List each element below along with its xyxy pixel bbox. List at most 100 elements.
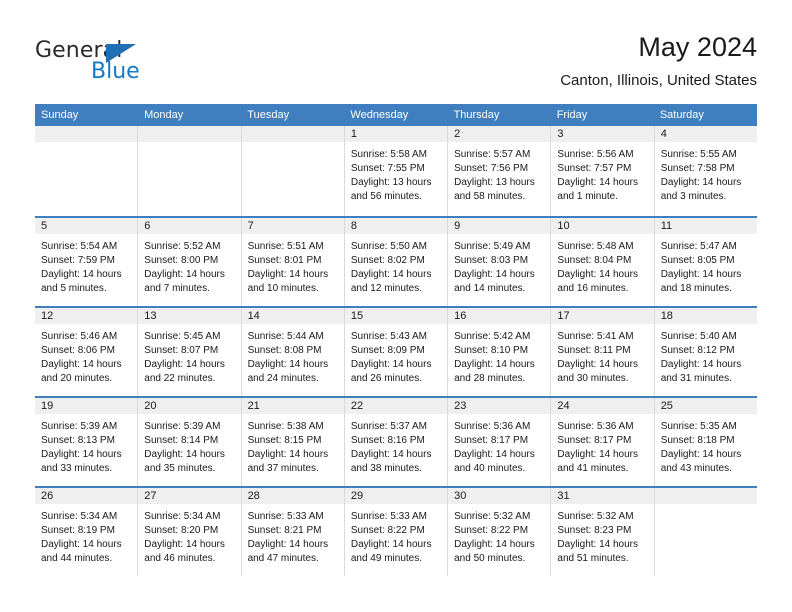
weekday-header-sunday: Sunday	[41, 109, 79, 121]
calendar-day-cell[interactable]: 16 Sunrise: 5:42 AM Sunset: 8:10 PM Dayligh…	[448, 308, 552, 396]
daylight-text-line1: Daylight: 14 hours	[557, 449, 639, 460]
daylight-text-line2: and 20 minutes.	[41, 373, 113, 384]
calendar-day-cell[interactable]: 3 Sunrise: 5:56 AM Sunset: 7:57 PM Daylight…	[551, 126, 655, 216]
day-number: 4	[660, 128, 667, 140]
day-sun-info: Sunrise: 5:46 AM Sunset: 8:06 PM Daylight:…	[35, 325, 137, 386]
day-sun-info: Sunrise: 5:33 AM Sunset: 8:21 PM Daylight:…	[242, 505, 344, 566]
logo-text-blue: Blue	[91, 59, 140, 84]
day-sun-info: Sunrise: 5:55 AM Sunset: 7:58 PM Daylight:…	[655, 143, 757, 204]
daylight-text-line2: and 3 minutes.	[660, 191, 727, 202]
sunrise-text: Sunrise: 5:39 AM	[41, 421, 118, 432]
day-number-bar: 17	[551, 308, 654, 325]
sunrise-text: Sunrise: 5:51 AM	[247, 241, 324, 252]
calendar-day-cell[interactable]: 6 Sunrise: 5:52 AM Sunset: 8:00 PM Daylight…	[138, 218, 242, 306]
daylight-text-line2: and 41 minutes.	[557, 463, 629, 474]
daylight-text-line2: and 51 minutes.	[557, 553, 629, 564]
daylight-text-line2: and 12 minutes.	[350, 283, 423, 294]
day-number: 31	[557, 490, 570, 502]
daylight-text-line2: and 46 minutes.	[144, 553, 216, 564]
calendar-day-cell[interactable]: 9 Sunrise: 5:49 AM Sunset: 8:03 PM Daylight…	[448, 218, 552, 306]
calendar-day-cell[interactable]: 13 Sunrise: 5:45 AM Sunset: 8:07 PM Dayligh…	[138, 308, 242, 396]
daylight-text-line1: Daylight: 14 hours	[350, 269, 432, 280]
daylight-text-line1: Daylight: 14 hours	[557, 359, 639, 370]
calendar-grid: Sunday Monday Tuesday Wednesday Thursday Frid…	[35, 104, 757, 576]
calendar-day-cell[interactable]: 2 Sunrise: 5:57 AM Sunset: 7:56 PM Daylight…	[448, 126, 552, 216]
calendar-day-cell[interactable]: 8 Sunrise: 5:50 AM Sunset: 8:02 PM Daylight…	[344, 218, 449, 306]
calendar-day-cell[interactable]: 31 Sunrise: 5:32 AM Sunset: 8:23 PM Dayligh…	[551, 488, 655, 576]
calendar-day-cell[interactable]: 22 Sunrise: 5:37 AM Sunset: 8:16 PM Dayligh…	[344, 398, 449, 486]
calendar-day-cell[interactable]: 14 Sunrise: 5:44 AM Sunset: 8:08 PM Dayligh…	[241, 308, 345, 396]
day-sun-info: Sunrise: 5:54 AM Sunset: 7:59 PM Daylight:…	[35, 235, 137, 296]
calendar-day-cell[interactable]: 20 Sunrise: 5:39 AM Sunset: 8:14 PM Dayligh…	[138, 398, 242, 486]
day-number-bar: 20	[138, 398, 241, 415]
sunset-text: Sunset: 8:04 PM	[557, 255, 632, 266]
sunrise-text: Sunrise: 5:46 AM	[41, 331, 118, 342]
calendar-day-cell[interactable]: 29 Sunrise: 5:33 AM Sunset: 8:22 PM Dayligh…	[344, 488, 449, 576]
calendar-day-cell[interactable]: 18 Sunrise: 5:40 AM Sunset: 8:12 PM Dayligh…	[654, 308, 757, 396]
day-number: 9	[454, 220, 461, 232]
day-number: 21	[247, 400, 260, 412]
calendar-day-cell[interactable]: 28 Sunrise: 5:33 AM Sunset: 8:21 PM Dayligh…	[241, 488, 345, 576]
sunrise-text: Sunrise: 5:36 AM	[454, 421, 531, 432]
sunset-text: Sunset: 7:56 PM	[454, 163, 529, 174]
day-number: 18	[660, 310, 673, 322]
calendar-empty-cell	[654, 488, 757, 576]
calendar-day-cell[interactable]: 26 Sunrise: 5:34 AM Sunset: 8:19 PM Dayligh…	[35, 488, 139, 576]
daylight-text-line1: Daylight: 14 hours	[350, 539, 432, 550]
sunset-text: Sunset: 8:14 PM	[144, 435, 219, 446]
day-number-bar: 21	[241, 398, 344, 415]
sunset-text: Sunset: 7:59 PM	[41, 255, 115, 266]
calendar-day-cell[interactable]: 12 Sunrise: 5:46 AM Sunset: 8:06 PM Dayligh…	[35, 308, 139, 396]
calendar-day-cell[interactable]: 17 Sunrise: 5:41 AM Sunset: 8:11 PM Dayligh…	[551, 308, 655, 396]
weekday-header-thursday: Thursday	[453, 109, 500, 121]
day-number: 12	[41, 310, 54, 322]
calendar-day-cell[interactable]: 24 Sunrise: 5:36 AM Sunset: 8:17 PM Dayligh…	[551, 398, 655, 486]
general-blue-logo[interactable]: General Blue	[35, 38, 215, 88]
calendar-day-cell[interactable]: 23 Sunrise: 5:36 AM Sunset: 8:17 PM Dayligh…	[448, 398, 552, 486]
sunset-text: Sunset: 8:06 PM	[41, 345, 115, 356]
day-number-bar	[138, 126, 241, 143]
weekday-header-row: Sunday Monday Tuesday Wednesday Thursday Frid…	[35, 104, 757, 126]
day-number: 11	[660, 220, 673, 232]
day-number: 25	[660, 400, 673, 412]
sunset-text: Sunset: 8:22 PM	[454, 525, 529, 536]
day-number: 27	[144, 490, 157, 502]
calendar-day-cell[interactable]: 19 Sunrise: 5:39 AM Sunset: 8:13 PM Dayligh…	[35, 398, 139, 486]
day-sun-info: Sunrise: 5:42 AM Sunset: 8:10 PM Daylight:…	[448, 325, 550, 386]
calendar-day-cell[interactable]: 21 Sunrise: 5:38 AM Sunset: 8:15 PM Dayligh…	[241, 398, 345, 486]
calendar-weeks: 1 Sunrise: 5:58 AM Sunset: 7:55 PM Daylight…	[35, 126, 757, 576]
calendar-empty-cell	[35, 126, 139, 216]
day-number-bar	[241, 126, 344, 143]
daylight-text-line1: Daylight: 14 hours	[41, 539, 122, 550]
calendar-day-cell[interactable]: 25 Sunrise: 5:35 AM Sunset: 8:18 PM Dayligh…	[654, 398, 757, 486]
daylight-text-line1: Daylight: 14 hours	[41, 449, 122, 460]
day-number: 19	[41, 400, 54, 412]
daylight-text-line1: Daylight: 14 hours	[557, 269, 639, 280]
day-sun-info: Sunrise: 5:34 AM Sunset: 8:19 PM Daylight:…	[35, 505, 137, 566]
day-sun-info: Sunrise: 5:56 AM Sunset: 7:57 PM Daylight:…	[551, 143, 653, 204]
day-number-bar: 28	[241, 488, 344, 505]
sunrise-text: Sunrise: 5:48 AM	[557, 241, 634, 252]
day-number: 22	[350, 400, 364, 412]
day-number-bar: 25	[654, 398, 757, 415]
calendar-day-cell[interactable]: 1 Sunrise: 5:58 AM Sunset: 7:55 PM Daylight…	[344, 126, 449, 216]
daylight-text-line2: and 28 minutes.	[454, 373, 526, 384]
daylight-text-line2: and 10 minutes.	[247, 283, 319, 294]
calendar-day-cell[interactable]: 4 Sunrise: 5:55 AM Sunset: 7:58 PM Daylight…	[654, 126, 757, 216]
calendar-day-cell[interactable]: 30 Sunrise: 5:32 AM Sunset: 8:22 PM Dayligh…	[448, 488, 552, 576]
calendar-day-cell[interactable]: 15 Sunrise: 5:43 AM Sunset: 8:09 PM Dayligh…	[344, 308, 449, 396]
sunset-text: Sunset: 8:07 PM	[144, 345, 219, 356]
calendar-day-cell[interactable]: 10 Sunrise: 5:48 AM Sunset: 8:04 PM Dayligh…	[551, 218, 655, 306]
day-number-bar: 12	[35, 308, 138, 325]
daylight-text-line2: and 31 minutes.	[660, 373, 732, 384]
daylight-text-line1: Daylight: 13 hours	[350, 177, 432, 188]
calendar-day-cell[interactable]: 7 Sunrise: 5:51 AM Sunset: 8:01 PM Daylight…	[241, 218, 345, 306]
sunrise-text: Sunrise: 5:40 AM	[660, 331, 737, 342]
weekday-header-monday: Monday	[144, 109, 184, 121]
day-sun-info: Sunrise: 5:40 AM Sunset: 8:12 PM Daylight:…	[655, 325, 757, 386]
calendar-day-cell[interactable]: 11 Sunrise: 5:47 AM Sunset: 8:05 PM Dayligh…	[654, 218, 757, 306]
calendar-day-cell[interactable]: 27 Sunrise: 5:34 AM Sunset: 8:20 PM Dayligh…	[138, 488, 242, 576]
calendar-day-cell[interactable]: 5 Sunrise: 5:54 AM Sunset: 7:59 PM Daylight…	[35, 218, 139, 306]
sunset-text: Sunset: 8:00 PM	[144, 255, 219, 266]
day-number-bar: 11	[654, 218, 757, 235]
